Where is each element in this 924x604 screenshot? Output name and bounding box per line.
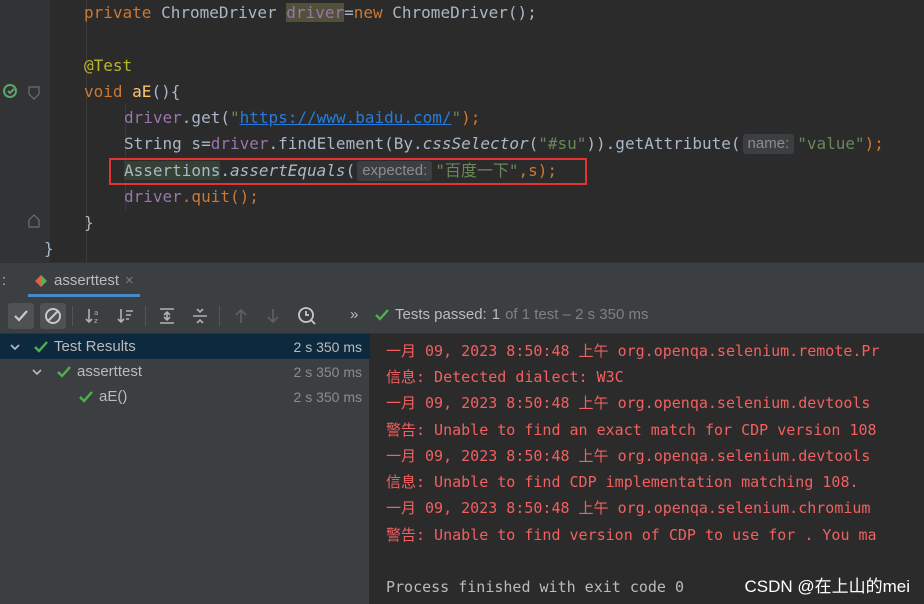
code-line: } <box>84 213 94 232</box>
tree-node-label: Test Results <box>54 338 136 355</box>
prev-fail-icon <box>235 308 247 323</box>
test-duration: 2 s 350 ms <box>293 363 362 380</box>
show-ignored-button[interactable] <box>40 303 66 329</box>
toolbar-separator <box>72 306 73 326</box>
previous-failed-button[interactable] <box>228 303 254 329</box>
test-runner-toolbar: az <box>0 298 370 334</box>
tab-asserttest[interactable]: asserttest × <box>28 267 140 297</box>
tree-row-test-results[interactable]: Test Results 2 s 350 ms <box>0 334 370 359</box>
console-line: 一月 09, 2023 8:50:48 上午 org.openqa.seleni… <box>386 499 871 517</box>
watermark: CSDN @在上山的mei <box>744 577 910 596</box>
next-fail-icon <box>267 309 279 324</box>
tests-passed-status: Tests passed: 1 of 1 test – 2 s 350 ms <box>374 306 648 323</box>
code-line: @Test <box>84 56 133 75</box>
close-icon[interactable]: × <box>125 272 134 289</box>
test-status-bar: » Tests passed: 1 of 1 test – 2 s 350 ms <box>340 298 924 334</box>
console-line: 信息: Detected dialect: W3C <box>386 368 624 386</box>
highlight-box <box>109 158 587 185</box>
tree-row-asserttest[interactable]: asserttest 2 s 350 ms <box>0 359 370 384</box>
console-line: 一月 09, 2023 8:50:48 上午 org.openqa.seleni… <box>386 447 871 465</box>
parameter-hint: name: <box>742 134 795 154</box>
code-line: driver.get("https://www.baidu.com/"); <box>124 108 481 127</box>
test-history-button[interactable] <box>294 303 320 329</box>
tab-label: asserttest <box>54 272 120 289</box>
show-ignored-icon <box>45 308 61 324</box>
fold-icon[interactable] <box>28 86 40 100</box>
run-tool-window-header: : asserttest × <box>0 262 924 298</box>
tool-window-prefix: : <box>2 272 7 289</box>
sort-duration-icon <box>117 309 133 324</box>
console-line: 警告: Unable to find version of CDP to use… <box>386 526 877 544</box>
fold-icon[interactable] <box>28 214 40 228</box>
tree-row-ae[interactable]: aE() 2 s 350 ms <box>0 384 370 409</box>
show-passed-icon <box>14 310 28 322</box>
show-passed-button[interactable] <box>8 303 34 329</box>
run-test-icon[interactable] <box>2 82 20 100</box>
sort-alphabetically-button[interactable]: az <box>81 303 107 329</box>
expand-all-button[interactable] <box>154 303 180 329</box>
chevron-down-icon[interactable] <box>8 340 22 354</box>
next-failed-button[interactable] <box>260 303 286 329</box>
console-line: 信息: Unable to find CDP implementation ma… <box>386 473 859 491</box>
test-duration: 2 s 350 ms <box>293 388 362 405</box>
sort-by-duration-button[interactable] <box>113 303 139 329</box>
passed-check-icon <box>34 340 48 353</box>
console-line: 一月 09, 2023 8:50:48 上午 org.openqa.seleni… <box>386 394 871 412</box>
code-line: driver.quit(); <box>124 187 259 206</box>
toolbar-overflow-button[interactable]: » <box>350 306 358 323</box>
code-editor[interactable]: private ChromeDriver driver=new ChromeDr… <box>0 0 924 262</box>
code-line: private ChromeDriver driver=new ChromeDr… <box>84 3 537 22</box>
editor-gutter <box>0 0 50 262</box>
console-output[interactable]: 一月 09, 2023 8:50:48 上午 org.openqa.seleni… <box>370 334 924 604</box>
svg-text:a: a <box>94 309 98 317</box>
console-line: 警告: Unable to find an exact match for CD… <box>386 421 877 439</box>
collapse-all-icon <box>193 308 207 324</box>
toolbar-separator <box>145 306 146 326</box>
code-line: void aE(){ <box>84 82 181 101</box>
java-class-icon <box>35 274 47 287</box>
chevron-down-icon[interactable] <box>30 365 44 379</box>
console-line: 一月 09, 2023 8:50:48 上午 org.openqa.seleni… <box>386 342 880 360</box>
expand-all-icon <box>160 308 174 324</box>
test-duration: 2 s 350 ms <box>293 338 362 355</box>
code-line: } <box>44 239 54 258</box>
code-line: String s=driver.findElement(By.cssSelect… <box>124 134 884 154</box>
console-line: Process finished with exit code 0 <box>386 578 685 596</box>
collapse-all-button[interactable] <box>187 303 213 329</box>
test-history-icon <box>298 307 316 325</box>
passed-check-icon <box>57 365 71 378</box>
passed-check-icon <box>79 390 93 403</box>
tree-node-label: aE() <box>99 388 128 405</box>
tree-node-label: asserttest <box>77 363 143 380</box>
url-link[interactable]: https://www.baidu.com/ <box>240 108 452 127</box>
check-icon <box>375 308 389 321</box>
svg-text:z: z <box>94 317 98 325</box>
toolbar-separator <box>219 306 220 326</box>
sort-alpha-icon: az <box>85 309 98 325</box>
test-results-tree[interactable]: Test Results 2 s 350 ms asserttest 2 s 3… <box>0 334 370 604</box>
